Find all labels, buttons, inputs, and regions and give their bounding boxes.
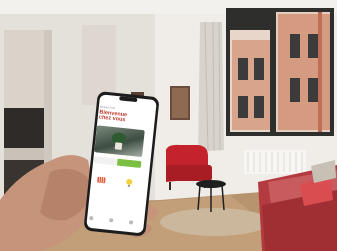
- segment-right[interactable]: [116, 158, 142, 169]
- home-icon[interactable]: [89, 215, 94, 221]
- phone-device-list: [86, 170, 144, 194]
- segment-left[interactable]: [93, 156, 118, 166]
- phone-segmented-control[interactable]: [93, 156, 142, 169]
- nav-dot-3[interactable]: [128, 220, 134, 225]
- phone-bottom-nav: [89, 215, 134, 225]
- nav-dot-2[interactable]: [109, 218, 114, 223]
- phone-room-photo: [94, 125, 145, 158]
- living-room-photo: [0, 0, 337, 251]
- lightbulb-icon[interactable]: [119, 173, 139, 193]
- heater-icon[interactable]: [91, 170, 111, 190]
- photo-scene: Bonjour Paul Bienvenue chez vous: [0, 0, 337, 251]
